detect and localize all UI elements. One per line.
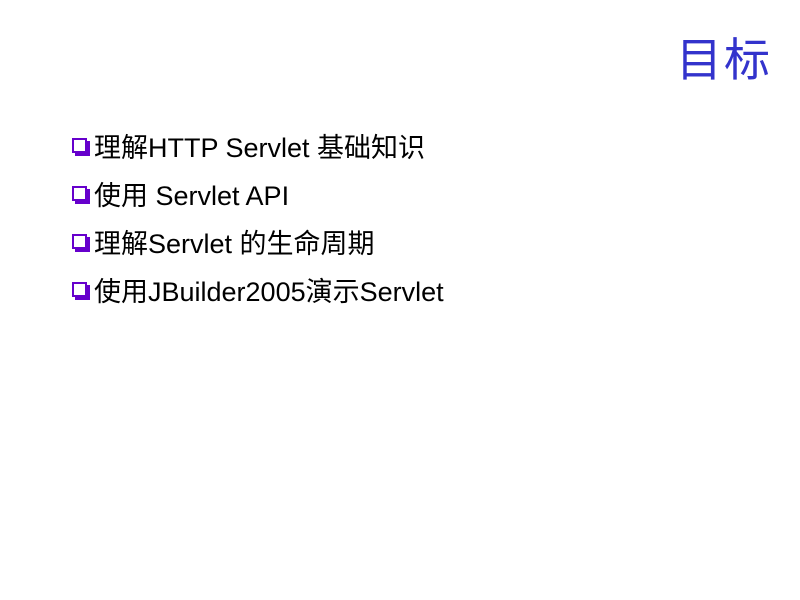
slide-title: 目标 (676, 33, 772, 87)
bullet-square (72, 282, 87, 297)
hollow-square-bullet-icon (72, 234, 90, 252)
hollow-square-bullet-icon (72, 138, 90, 156)
hollow-square-bullet-icon (72, 282, 90, 300)
bullet-square (72, 138, 87, 153)
bullet-square (72, 186, 87, 201)
bullet-list: 理解HTTP Servlet 基础知识 使用 Servlet API 理解Ser… (72, 121, 444, 313)
slide: 目标 理解HTTP Servlet 基础知识 使用 Servlet API 理解… (0, 0, 800, 600)
hollow-square-bullet-icon (72, 186, 90, 204)
bullet-text: 理解HTTP Servlet 基础知识 (94, 132, 426, 163)
bullet-item: 使用JBuilder2005演示Servlet (72, 265, 444, 313)
bullet-text: 理解Servlet 的生命周期 (94, 228, 375, 259)
bullet-text: 使用 Servlet API (94, 180, 290, 211)
bullet-square (72, 234, 87, 249)
bullet-item: 使用 Servlet API (72, 169, 444, 217)
bullet-item: 理解HTTP Servlet 基础知识 (72, 121, 444, 169)
bullet-item: 理解Servlet 的生命周期 (72, 217, 444, 265)
bullet-text: 使用JBuilder2005演示Servlet (94, 276, 444, 307)
